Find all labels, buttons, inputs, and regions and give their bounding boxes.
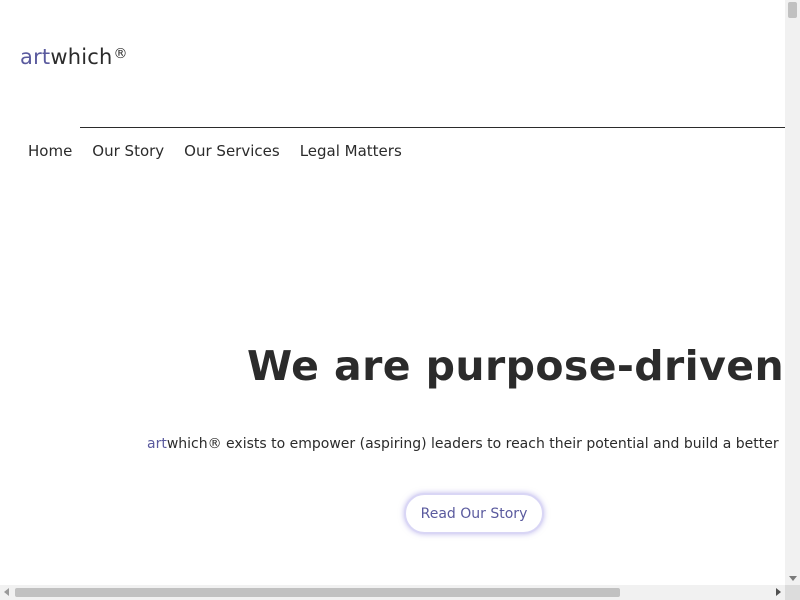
- scrollbar-corner: [785, 585, 800, 600]
- registered-mark: ®: [113, 46, 128, 62]
- page-viewport: artwhich® Home Our Story Our Services Le…: [0, 0, 785, 585]
- hero-headline: We are purpose-driven.: [247, 342, 785, 390]
- nav-item-our-story[interactable]: Our Story: [92, 142, 164, 160]
- tagline-text: which® exists to empower (aspiring) lead…: [166, 436, 779, 452]
- nav-item-legal-matters[interactable]: Legal Matters: [300, 142, 402, 160]
- brand-logo[interactable]: artwhich®: [20, 45, 128, 69]
- nav-item-our-services[interactable]: Our Services: [184, 142, 280, 160]
- main-nav: Home Our Story Our Services Legal Matter…: [28, 142, 402, 160]
- logo-text: which: [50, 45, 113, 69]
- horizontal-scrollbar[interactable]: [0, 585, 785, 600]
- nav-item-home[interactable]: Home: [28, 142, 72, 160]
- arrow-left-icon[interactable]: [4, 588, 9, 596]
- logo-accent: art: [20, 45, 51, 69]
- vertical-scrollbar[interactable]: [785, 0, 800, 585]
- arrow-down-icon[interactable]: [789, 576, 797, 581]
- header-divider: [80, 127, 785, 128]
- read-our-story-button[interactable]: Read Our Story: [404, 493, 544, 534]
- horizontal-scroll-thumb[interactable]: [15, 588, 620, 597]
- vertical-scroll-thumb[interactable]: [788, 2, 797, 18]
- arrow-right-icon[interactable]: [776, 588, 781, 596]
- hero-tagline: artwhich® exists to empower (aspiring) l…: [147, 436, 779, 452]
- tagline-accent: art: [147, 436, 167, 452]
